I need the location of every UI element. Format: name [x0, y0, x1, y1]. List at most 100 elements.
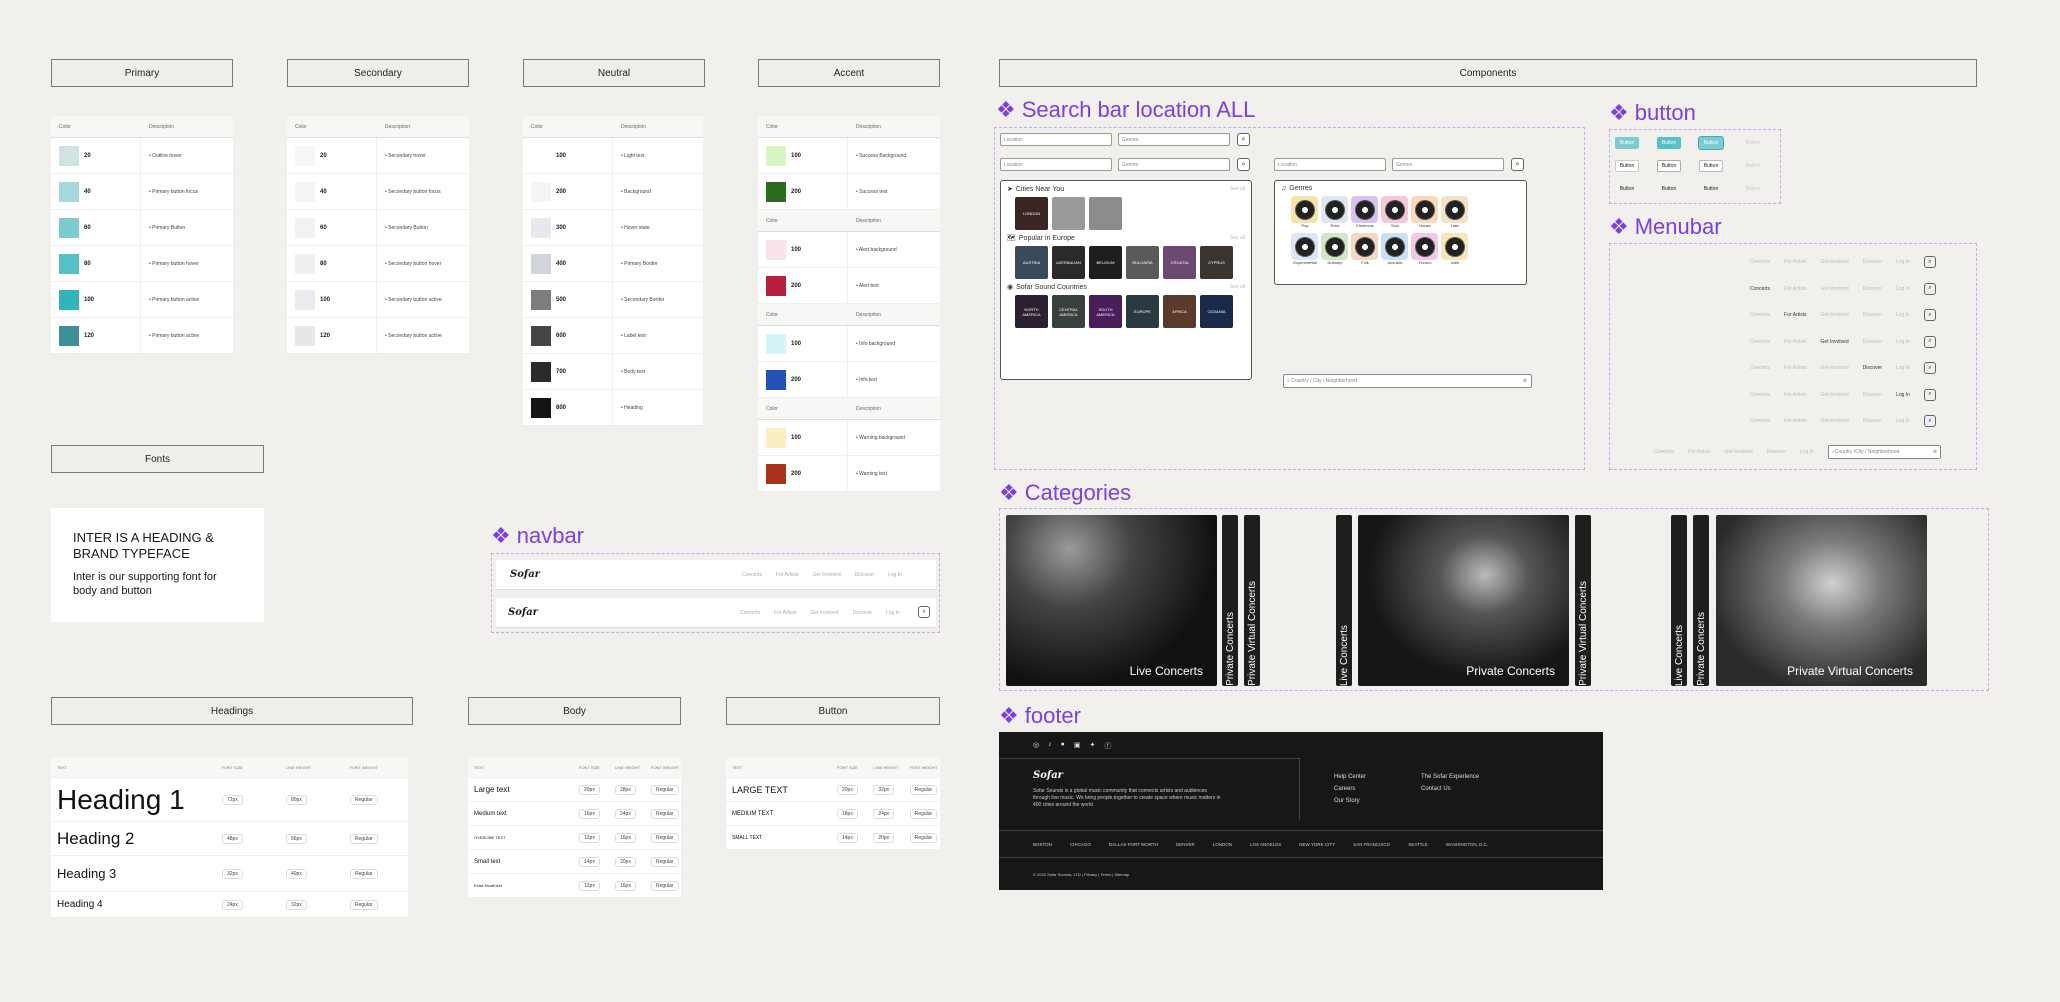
- region-tile[interactable]: CENTRAL AMERICA: [1052, 295, 1085, 328]
- nav-link[interactable]: Discover: [853, 610, 872, 616]
- genre-tile[interactable]: Pop: [1291, 196, 1319, 228]
- footer-link[interactable]: Our Story: [1334, 798, 1366, 804]
- genre-tile[interactable]: House: [1411, 196, 1439, 228]
- genres-select[interactable]: Genres: [1118, 158, 1230, 171]
- country-tile[interactable]: BULGARIA: [1126, 246, 1159, 279]
- menu-link[interactable]: Log In: [1800, 449, 1814, 455]
- button-variant[interactable]: Button: [1699, 160, 1723, 172]
- search-icon[interactable]: ⌕: [1923, 388, 1936, 401]
- footer-city-link[interactable]: LONDON: [1213, 842, 1232, 847]
- city-tile[interactable]: LONDON: [1015, 197, 1048, 230]
- button-variant[interactable]: Button: [1741, 137, 1765, 149]
- virtual-concerts-strip[interactable]: Private Virtual Concerts: [1244, 515, 1260, 686]
- frame-primary[interactable]: Primary: [51, 59, 233, 87]
- frame-fonts[interactable]: Fonts: [51, 445, 264, 473]
- menu-link[interactable]: Log In: [1896, 312, 1910, 318]
- region-tile[interactable]: EUROPE: [1126, 295, 1159, 328]
- location-select[interactable]: Location: [1274, 158, 1386, 171]
- menu-link[interactable]: Get Involved: [1821, 312, 1849, 318]
- nav-link[interactable]: For Artists: [776, 572, 799, 578]
- frame-secondary[interactable]: Secondary: [287, 59, 469, 87]
- location-select[interactable]: Location: [1000, 133, 1112, 146]
- footer-city-link[interactable]: BOSTON: [1033, 842, 1052, 847]
- spotify-icon[interactable]: ●: [1061, 741, 1065, 751]
- menu-link[interactable]: Log In: [1896, 418, 1910, 424]
- search-icon[interactable]: ⌕: [1923, 362, 1936, 374]
- menu-link[interactable]: For Artists: [1688, 449, 1711, 455]
- menu-link[interactable]: For Artists: [1784, 392, 1807, 398]
- menu-link[interactable]: Log In: [1896, 392, 1910, 398]
- button-variant[interactable]: Button: [1657, 160, 1681, 172]
- genre-tile[interactable]: Indie: [1441, 233, 1469, 265]
- frame-headings[interactable]: Headings: [51, 697, 413, 725]
- button-variant[interactable]: Button: [1615, 183, 1639, 195]
- genre-tile[interactable]: Dubstep: [1321, 233, 1349, 265]
- menu-link[interactable]: Discover: [1863, 365, 1882, 371]
- country-tile[interactable]: CROATIA: [1163, 246, 1196, 279]
- region-tile[interactable]: AFRICA: [1163, 295, 1196, 328]
- search-icon[interactable]: ⌕: [1923, 335, 1936, 348]
- country-tile[interactable]: AZERBAIJAN: [1052, 246, 1085, 279]
- menu-link[interactable]: Discover: [1767, 449, 1786, 455]
- search-icon[interactable]: ⌕: [1923, 256, 1936, 268]
- menu-link[interactable]: Concerts: [1750, 365, 1770, 371]
- footer-city-link[interactable]: LOS ANGELES: [1250, 842, 1281, 847]
- nav-link[interactable]: Log In: [886, 610, 900, 616]
- see-all-link[interactable]: See all: [1230, 186, 1245, 192]
- footer-city-link[interactable]: NEW YORK CITY: [1299, 842, 1335, 847]
- nav-link[interactable]: Get Involved: [813, 572, 841, 578]
- menu-link[interactable]: Get Involved: [1821, 418, 1849, 424]
- menubar-search-input[interactable]: ⌕ Country /City / Neighborhood ⊗: [1827, 445, 1941, 459]
- menu-link[interactable]: Discover: [1863, 286, 1882, 292]
- menu-link[interactable]: Get Involved: [1821, 365, 1849, 371]
- frame-components[interactable]: Components: [999, 59, 1977, 87]
- button-variant[interactable]: Button: [1615, 137, 1639, 149]
- menu-link[interactable]: Concerts: [1750, 392, 1770, 398]
- menu-link[interactable]: Discover: [1863, 312, 1882, 318]
- footer-city-link[interactable]: WASHINGTON, D.C.: [1446, 842, 1488, 847]
- footer-city-link[interactable]: SEATTLE: [1408, 842, 1428, 847]
- sofar-logo[interactable]: Sofar: [510, 569, 540, 580]
- menu-link[interactable]: Concerts: [1750, 286, 1770, 292]
- footer-link[interactable]: Careers: [1334, 786, 1366, 792]
- frame-accent[interactable]: Accent: [758, 59, 940, 87]
- nav-link[interactable]: For Artists: [774, 610, 797, 616]
- city-tile[interactable]: [1089, 197, 1122, 230]
- menu-link[interactable]: Discover: [1863, 259, 1882, 265]
- menu-link[interactable]: Concerts: [1750, 418, 1770, 424]
- genre-tile[interactable]: Folk: [1351, 233, 1379, 265]
- menu-link[interactable]: Get Involved: [1821, 339, 1849, 345]
- button-variant[interactable]: Button: [1615, 160, 1639, 172]
- nav-link[interactable]: Log In: [888, 572, 902, 578]
- country-tile[interactable]: AUSTRIA: [1015, 246, 1048, 279]
- clear-icon[interactable]: ⊗: [1523, 378, 1527, 384]
- menu-link[interactable]: Concerts: [1750, 339, 1770, 345]
- menu-link[interactable]: Get Involved: [1821, 259, 1849, 265]
- menu-link[interactable]: Discover: [1863, 392, 1882, 398]
- search-icon[interactable]: ⌕: [1923, 282, 1936, 295]
- search-icon[interactable]: ⌕: [1923, 415, 1936, 427]
- search-icon[interactable]: ⌕: [918, 606, 930, 618]
- footer-city-link[interactable]: DENVER: [1176, 842, 1195, 847]
- menu-link[interactable]: Log In: [1896, 259, 1910, 265]
- menu-link[interactable]: For Artists: [1784, 365, 1807, 371]
- button-variant[interactable]: Button: [1657, 183, 1681, 195]
- menu-link[interactable]: Log In: [1896, 286, 1910, 292]
- youtube-icon[interactable]: ▣: [1074, 741, 1081, 751]
- menu-link[interactable]: Concerts: [1654, 449, 1674, 455]
- frame-button[interactable]: Button: [726, 697, 940, 725]
- button-variant[interactable]: Button: [1657, 137, 1681, 149]
- menu-link[interactable]: For Artists: [1784, 259, 1807, 265]
- genre-tile[interactable]: Techno: [1411, 233, 1439, 265]
- frame-body[interactable]: Body: [468, 697, 681, 725]
- search-icon[interactable]: ⌕: [1237, 133, 1250, 146]
- search-icon[interactable]: ⌕: [1511, 158, 1524, 171]
- menu-link[interactable]: Get Involved: [1725, 449, 1753, 455]
- instagram-icon[interactable]: ◎: [1033, 741, 1039, 751]
- see-all-link[interactable]: See all: [1230, 235, 1245, 241]
- region-tile[interactable]: SOUTH AMERICA: [1089, 295, 1122, 328]
- genre-tile[interactable]: Soul: [1381, 196, 1409, 228]
- button-variant[interactable]: Button: [1741, 183, 1765, 195]
- virtual-concerts-card[interactable]: Private Virtual Concerts: [1716, 515, 1927, 686]
- menu-link[interactable]: For Artists: [1784, 339, 1807, 345]
